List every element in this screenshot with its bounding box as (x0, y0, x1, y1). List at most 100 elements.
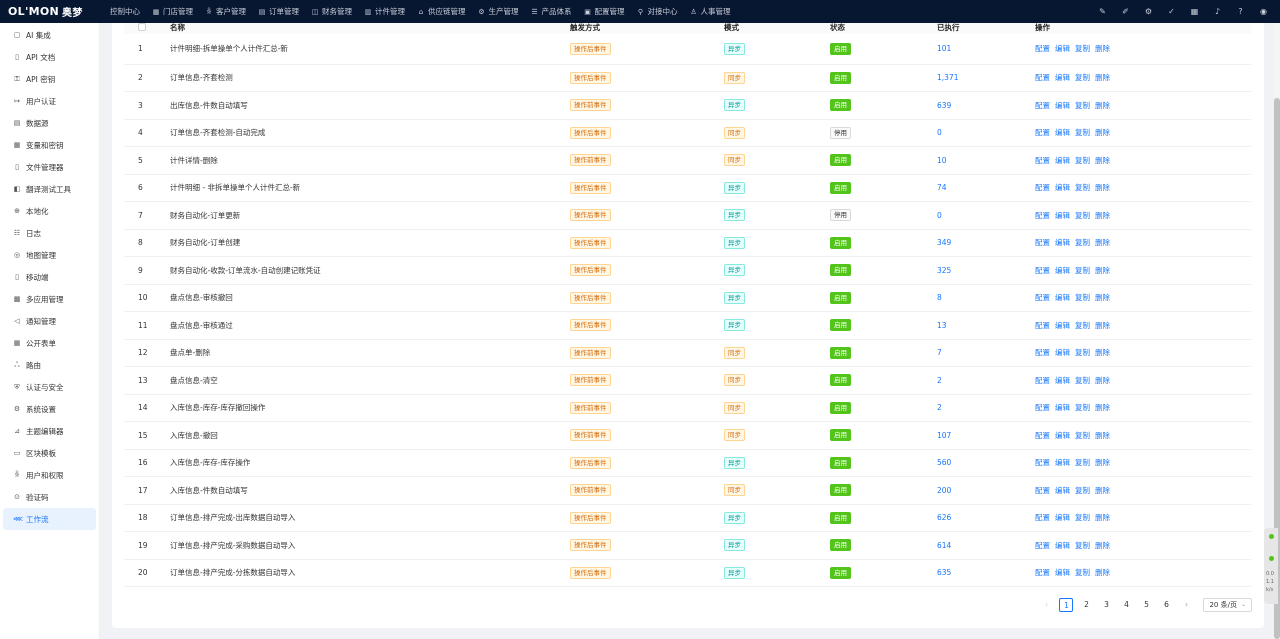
nav-item-3[interactable]: ▤ 订单管理 (252, 0, 305, 23)
edit-link[interactable]: 编辑 (1055, 293, 1070, 302)
delete-link[interactable]: 删除 (1095, 101, 1110, 110)
sidebar-item-12[interactable]: ▩ 多应用管理 (3, 288, 96, 310)
delete-link[interactable]: 删除 (1095, 156, 1110, 165)
table-row[interactable]: 7 财务自动化-订单更新 操作后事件 异步 停用 0 配置 编辑 复制 删除 (124, 202, 1251, 229)
executed-count-link[interactable]: 2 (937, 376, 942, 385)
sidebar-item-9[interactable]: ☷ 日志 (3, 222, 96, 244)
executed-count-link[interactable]: 639 (937, 101, 951, 110)
brush-icon[interactable]: ✐ (1121, 7, 1130, 16)
copy-link[interactable]: 复制 (1075, 486, 1090, 495)
delete-link[interactable]: 删除 (1095, 266, 1110, 275)
edit-link[interactable]: 编辑 (1055, 183, 1070, 192)
table-row[interactable]: 19 订单信息-排产完成-采购数据自动导入 操作后事件 异步 启用 614 配置 编辑 复制 删除 (124, 532, 1251, 559)
copy-link[interactable]: 复制 (1075, 101, 1090, 110)
copy-link[interactable]: 复制 (1075, 321, 1090, 330)
executed-count-link[interactable]: 74 (937, 183, 947, 192)
table-row[interactable]: 18 订单信息-排产完成-出库数据自动导入 操作后事件 异步 启用 626 配置 编辑 复制 删除 (124, 504, 1251, 532)
edit-link[interactable]: 编辑 (1055, 128, 1070, 137)
edit-link[interactable]: 编辑 (1055, 513, 1070, 522)
copy-link[interactable]: 复制 (1075, 431, 1090, 440)
executed-count-link[interactable]: 101 (937, 44, 951, 53)
copy-link[interactable]: 复制 (1075, 238, 1090, 247)
edit-link[interactable]: 编辑 (1055, 101, 1070, 110)
table-row[interactable]: 15 入库信息-撤回 操作前事件 同步 启用 107 配置 编辑 复制 删除 (124, 422, 1251, 449)
configure-link[interactable]: 配置 (1035, 376, 1050, 385)
executed-count-link[interactable]: 10 (937, 156, 947, 165)
check-circle-icon[interactable]: ✓ (1167, 7, 1176, 16)
edit-link[interactable]: 编辑 (1055, 44, 1070, 53)
configure-link[interactable]: 配置 (1035, 238, 1050, 247)
table-row[interactable]: 6 计件明细 - 非拆单操单个人计件汇总-新 操作后事件 异步 启用 74 配置 编辑 复制 删除 (124, 174, 1251, 202)
configure-link[interactable]: 配置 (1035, 266, 1050, 275)
copy-link[interactable]: 复制 (1075, 541, 1090, 550)
edit-link[interactable]: 编辑 (1055, 376, 1070, 385)
edit-link[interactable]: 编辑 (1055, 486, 1070, 495)
configure-link[interactable]: 配置 (1035, 513, 1050, 522)
delete-link[interactable]: 删除 (1095, 541, 1110, 550)
copy-link[interactable]: 复制 (1075, 211, 1090, 220)
table-row[interactable]: 13 盘点信息-清空 操作前事件 同步 启用 2 配置 编辑 复制 删除 (124, 367, 1251, 394)
executed-count-link[interactable]: 0 (937, 211, 942, 220)
delete-link[interactable]: 删除 (1095, 486, 1110, 495)
copy-link[interactable]: 复制 (1075, 458, 1090, 467)
sidebar-item-4[interactable]: ▤ 数据源 (3, 112, 96, 134)
grid-icon[interactable]: ▦ (1190, 7, 1199, 16)
sidebar-item-22[interactable]: ⋘ 工作流 (3, 508, 96, 530)
executed-count-link[interactable]: 560 (937, 458, 951, 467)
sidebar-item-15[interactable]: ஃ 路由 (3, 354, 96, 376)
sidebar-item-20[interactable]: ꆜ 用户和权限 (3, 464, 96, 486)
table-row[interactable]: 3 出库信息-件数自动填写 操作前事件 异步 启用 639 配置 编辑 复制 删除 (124, 92, 1251, 119)
nav-item-9[interactable]: ▣ 配置管理 (578, 0, 631, 23)
copy-link[interactable]: 复制 (1075, 73, 1090, 82)
executed-count-link[interactable]: 7 (937, 348, 942, 357)
executed-count-link[interactable]: 0 (937, 128, 942, 137)
delete-link[interactable]: 删除 (1095, 293, 1110, 302)
executed-count-link[interactable]: 1,371 (937, 73, 958, 82)
executed-count-link[interactable]: 13 (937, 321, 947, 330)
nav-item-7[interactable]: ⚙ 生产管理 (472, 0, 525, 23)
edit-link[interactable]: 编辑 (1055, 403, 1070, 412)
select-all-checkbox[interactable] (138, 23, 146, 31)
copy-link[interactable]: 复制 (1075, 156, 1090, 165)
table-row[interactable]: 10 盘点信息-审核撤回 操作后事件 异步 启用 8 配置 编辑 复制 删除 (124, 284, 1251, 312)
header-checkbox[interactable] (124, 23, 162, 34)
delete-link[interactable]: 删除 (1095, 211, 1110, 220)
executed-count-link[interactable]: 2 (937, 403, 942, 412)
help-icon[interactable]: ? (1236, 7, 1245, 16)
sidebar-item-21[interactable]: ⊙ 验证码 (3, 486, 96, 508)
edit-link[interactable]: 编辑 (1055, 458, 1070, 467)
delete-link[interactable]: 删除 (1095, 458, 1110, 467)
edit-link[interactable]: 编辑 (1055, 238, 1070, 247)
nav-item-8[interactable]: ☰ 产品体系 (525, 0, 578, 23)
nav-item-10[interactable]: ⚲ 对接中心 (631, 0, 684, 23)
copy-link[interactable]: 复制 (1075, 348, 1090, 357)
configure-link[interactable]: 配置 (1035, 568, 1050, 577)
page-size-select[interactable]: 20 条/页 ⌄ (1203, 598, 1252, 612)
nav-item-0[interactable]: 控制中心 (104, 0, 146, 23)
configure-link[interactable]: 配置 (1035, 458, 1050, 467)
configure-link[interactable]: 配置 (1035, 293, 1050, 302)
delete-link[interactable]: 删除 (1095, 321, 1110, 330)
page-2-button[interactable]: 2 (1079, 598, 1093, 612)
executed-count-link[interactable]: 107 (937, 431, 951, 440)
executed-count-link[interactable]: 325 (937, 266, 951, 275)
user-icon[interactable]: ◉ (1259, 7, 1268, 16)
edit-link[interactable]: 编辑 (1055, 321, 1070, 330)
table-row[interactable]: 16 入库信息-库存-库存操作 操作后事件 异步 启用 560 配置 编辑 复制 删除 (124, 449, 1251, 477)
executed-count-link[interactable]: 200 (937, 486, 951, 495)
page-3-button[interactable]: 3 (1099, 598, 1113, 612)
configure-link[interactable]: 配置 (1035, 321, 1050, 330)
sidebar-item-11[interactable]: ▯ 移动端 (3, 266, 96, 288)
table-row[interactable]: 20 订单信息-排产完成-分拣数据自动导入 操作后事件 异步 启用 635 配置 编辑 复制 删除 (124, 559, 1251, 587)
table-row[interactable]: 9 财务自动化-收款-订单流水-自动创建记账凭证 操作后事件 异步 启用 325 配置 编辑复… (124, 257, 1251, 284)
bell-icon[interactable]: ♪ (1213, 7, 1222, 16)
sidebar-item-13[interactable]: ◁ 通知管理 (3, 310, 96, 332)
page-1-button[interactable]: 1 (1059, 598, 1074, 612)
copy-link[interactable]: 复制 (1075, 513, 1090, 522)
delete-link[interactable]: 删除 (1095, 431, 1110, 440)
configure-link[interactable]: 配置 (1035, 348, 1050, 357)
nav-item-5[interactable]: ▥ 计件管理 (358, 0, 411, 23)
table-row[interactable]: 8 财务自动化-订单创建 操作后事件 异步 启用 349 配置 编辑 复制 删除 (124, 229, 1251, 257)
delete-link[interactable]: 删除 (1095, 44, 1110, 53)
nav-item-1[interactable]: ▦ 门店管理 (146, 0, 199, 23)
